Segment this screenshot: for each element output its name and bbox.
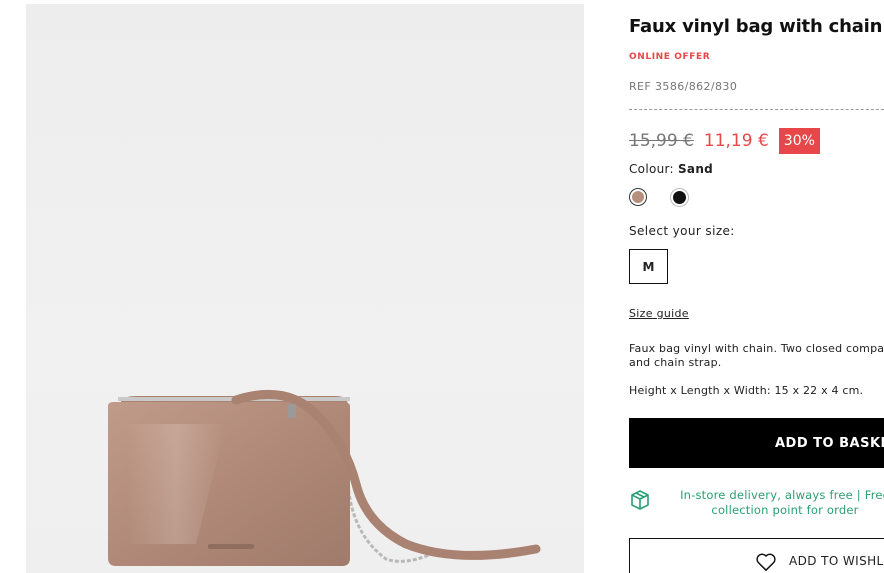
product-dimensions: Height x Length x Width: 15 x 22 x 4 cm. bbox=[629, 384, 864, 397]
size-guide-link[interactable]: Size guide bbox=[629, 307, 689, 320]
product-title: Faux vinyl bag with chain bbox=[629, 16, 883, 37]
colour-label-text: Colour: bbox=[629, 162, 678, 176]
product-reference: REF 3586/862/830 bbox=[629, 80, 738, 93]
discount-badge: 30% bbox=[778, 128, 820, 154]
delivery-info: In-store delivery, always free | Free co… bbox=[665, 488, 884, 518]
add-to-wishlist-label: ADD TO WISHLIST bbox=[789, 554, 884, 568]
sand-swatch[interactable] bbox=[630, 189, 646, 205]
heart-icon bbox=[756, 553, 776, 571]
add-to-wishlist-button[interactable]: ADD TO WISHLIST bbox=[629, 538, 884, 573]
product-description: Faux bag vinyl with chain. Two closed co… bbox=[629, 342, 884, 369]
price-row: 15,99 € 11,19 € 30% bbox=[629, 127, 820, 155]
box-icon bbox=[631, 490, 649, 510]
bag-illustration bbox=[108, 390, 541, 566]
add-to-basket-button[interactable]: ADD TO BASKET bbox=[629, 418, 884, 468]
size-option-m[interactable]: M bbox=[629, 249, 668, 284]
online-offer-badge: ONLINE OFFER bbox=[629, 52, 711, 62]
black-swatch[interactable] bbox=[671, 189, 688, 206]
old-price: 15,99 € bbox=[629, 131, 694, 151]
product-image[interactable] bbox=[26, 4, 584, 573]
divider bbox=[629, 109, 884, 110]
delivery-line-2: collection point for order bbox=[711, 503, 859, 517]
add-to-basket-label: ADD TO BASKET bbox=[775, 435, 884, 451]
colour-label: Colour: Sand bbox=[629, 162, 713, 176]
size-label: Select your size: bbox=[629, 224, 735, 238]
colour-value: Sand bbox=[677, 162, 714, 176]
product-info-panel: Faux vinyl bag with chain ONLINE OFFER R… bbox=[629, 0, 884, 573]
sale-price: 11,19 € bbox=[703, 131, 769, 151]
delivery-line-1: In-store delivery, always free | Free bbox=[680, 488, 884, 502]
